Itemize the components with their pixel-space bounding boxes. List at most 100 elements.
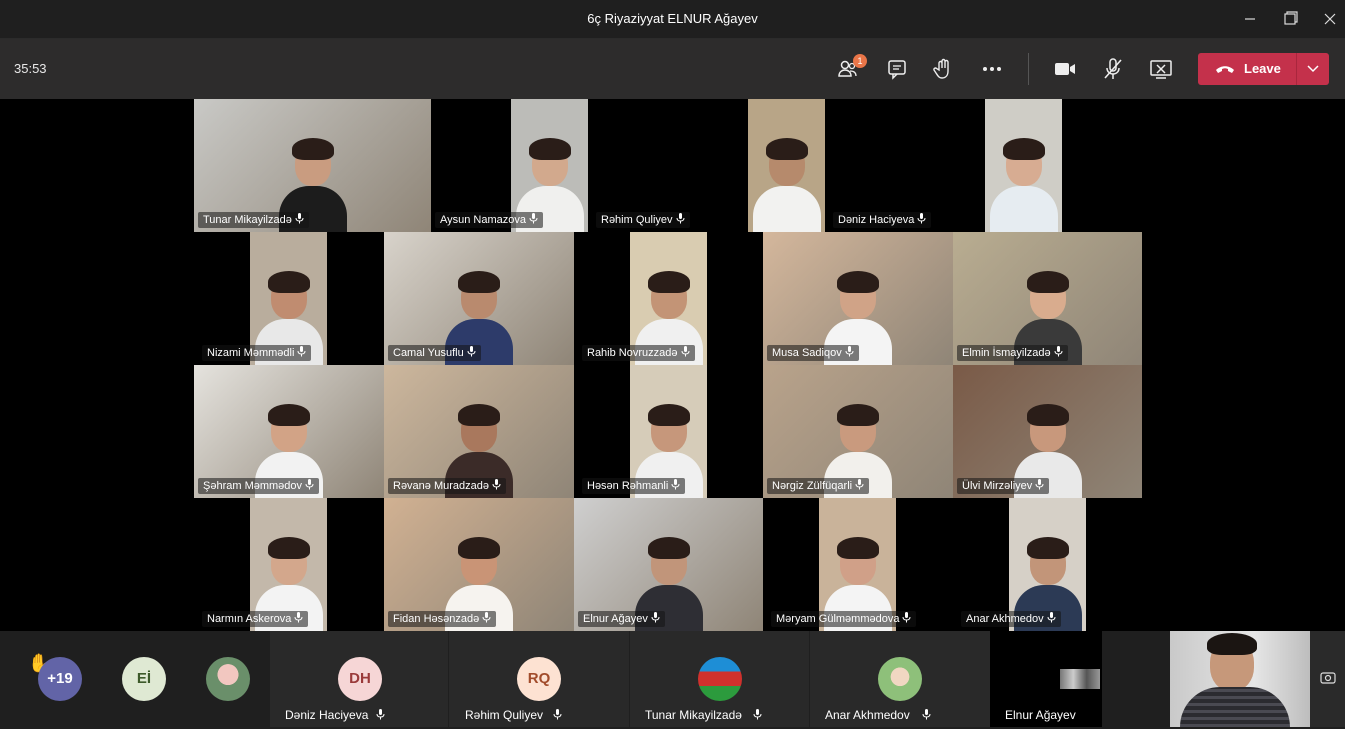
video-thumbnail xyxy=(1060,669,1100,689)
strip-participant[interactable]: DH Dəniz Haciyeva xyxy=(270,631,448,727)
participant-name: Rəhim Quliyev xyxy=(601,214,673,226)
leave-button[interactable]: Leave xyxy=(1198,53,1296,85)
participant-name: Elnur Ağayev xyxy=(1005,708,1076,722)
video-tile[interactable]: Ülvi Mirzəliyev xyxy=(953,365,1142,498)
participant-name: Camal Yusuflu xyxy=(393,347,464,359)
participant-name-label: Musa Sadiqov xyxy=(767,345,859,361)
video-tile[interactable]: Anar Akhmedov xyxy=(953,498,1142,631)
figure-hair xyxy=(647,271,690,293)
video-tile[interactable]: Narmın Askerova xyxy=(194,498,384,631)
leave-label: Leave xyxy=(1244,61,1281,76)
overflow-count: +19 xyxy=(38,657,82,701)
strip-participant[interactable] xyxy=(186,631,270,727)
participant-name: Nizami Məmmədli xyxy=(207,347,295,359)
video-feed xyxy=(748,99,825,232)
figure-hair xyxy=(267,271,310,293)
video-tile[interactable]: Elmin İsmayilzadə xyxy=(953,232,1142,365)
participant-name: Fidan Həsənzadə xyxy=(393,613,480,625)
video-tile[interactable]: Nərgiz Zülfüqarli xyxy=(763,365,953,498)
participant-name-label: Fidan Həsənzadə xyxy=(388,611,497,627)
video-tile[interactable]: Məryam Gülməmmədova xyxy=(763,498,953,631)
hand-icon[interactable] xyxy=(930,56,956,82)
chevron-down-icon xyxy=(1307,65,1319,73)
more-icon[interactable] xyxy=(979,56,1005,82)
participant-name: Anar Akhmedov xyxy=(825,708,910,722)
figure-hair xyxy=(458,271,500,293)
figure-hair xyxy=(647,404,690,426)
participant-name-label: Tunar Mikayilzadə xyxy=(198,212,309,228)
leave-options-button[interactable] xyxy=(1297,53,1329,85)
chat-icon[interactable] xyxy=(884,56,910,82)
participant-name-label: Anar Akhmedov xyxy=(961,611,1061,627)
video-tile[interactable]: Rahib Novruzzadə xyxy=(574,232,763,365)
figure-hair xyxy=(1026,271,1069,293)
video-tile[interactable]: Rəvanə Muradzadə xyxy=(384,365,574,498)
figure-hair xyxy=(458,404,500,426)
mic-icon xyxy=(845,346,854,357)
minimize-icon[interactable] xyxy=(1239,8,1261,30)
video-tile[interactable]: Nizami Məmmədli xyxy=(194,232,384,365)
camera-switch-icon xyxy=(1320,672,1336,684)
strip-participant[interactable]: RQ Rəhim Quliyev xyxy=(449,631,629,727)
video-tile[interactable]: Rəhim Quliyev xyxy=(588,99,825,232)
mic-icon xyxy=(855,479,864,490)
participant-name: Dəniz Haciyeva xyxy=(838,214,915,226)
video-tile[interactable]: Aysun Namazova xyxy=(431,99,588,232)
camera-icon[interactable] xyxy=(1052,56,1078,82)
figure-hair xyxy=(836,537,879,559)
participant-name-label: Nizami Məmmədli xyxy=(202,345,312,361)
mic-off-icon[interactable] xyxy=(1100,56,1126,82)
participant-strip: ✋ +19 Eİ DH Dəniz Haciyeva RQ Rəhim Quli… xyxy=(0,631,1345,729)
mic-icon xyxy=(671,479,680,490)
flag-avatar-icon xyxy=(698,657,742,701)
participant-name: Ülvi Mirzəliyev xyxy=(962,480,1033,492)
device-settings-button[interactable] xyxy=(1310,631,1345,727)
mic-icon xyxy=(482,612,491,623)
close-icon[interactable] xyxy=(1319,8,1341,30)
maximize-icon[interactable] xyxy=(1279,8,1301,30)
self-view-video[interactable] xyxy=(1170,631,1310,727)
strip-participant[interactable]: Tunar Mikayilzadə xyxy=(630,631,809,727)
participant-name: Həsən Rəhmanli xyxy=(587,480,669,492)
mic-icon xyxy=(676,213,685,224)
strip-participant[interactable]: Eİ xyxy=(100,631,186,727)
mic-icon xyxy=(305,479,314,490)
figure-hair xyxy=(291,138,334,160)
strip-participant[interactable]: Elnur Ağayev xyxy=(990,631,1102,727)
mic-icon xyxy=(902,612,911,623)
video-tile[interactable]: Fidan Həsənzadə xyxy=(384,498,574,631)
figure-hair xyxy=(647,537,690,559)
participant-name-label: Camal Yusuflu xyxy=(388,345,481,361)
video-tile[interactable]: Elnur Ağayev xyxy=(574,498,763,631)
window-title: 6ç Riyaziyyat ELNUR Ağayev xyxy=(587,11,758,26)
video-tile[interactable]: Dəniz Haciyeva xyxy=(825,99,1062,232)
avatar: RQ xyxy=(517,657,561,701)
title-bar: 6ç Riyaziyyat ELNUR Ağayev xyxy=(0,0,1345,39)
video-tile[interactable]: Camal Yusuflu xyxy=(384,232,574,365)
figure-hair xyxy=(837,271,879,293)
video-tile[interactable]: Həsən Rəhmanli xyxy=(574,365,763,498)
video-tile[interactable]: Şəhram Məmmədov xyxy=(194,365,384,498)
mic-icon xyxy=(1054,346,1063,357)
share-screen-icon[interactable] xyxy=(1148,56,1174,82)
figure-body xyxy=(752,186,821,232)
mic-icon xyxy=(917,213,926,224)
participant-name: Şəhram Məmmədov xyxy=(203,480,303,492)
overflow-item[interactable]: ✋ +19 xyxy=(0,631,100,727)
video-tile[interactable]: Tunar Mikayilzadə xyxy=(194,99,431,232)
mic-icon xyxy=(295,213,304,224)
participants-badge: 1 xyxy=(853,54,867,68)
participant-name: Narmın Askerova xyxy=(207,613,292,625)
mic-icon xyxy=(1047,612,1056,623)
participant-name: Məryam Gülməmmədova xyxy=(776,613,900,625)
participant-name-label: Rəhim Quliyev xyxy=(596,212,690,228)
video-tile[interactable]: Musa Sadiqov xyxy=(763,232,953,365)
participant-name-label: Nərgiz Zülfüqarli xyxy=(767,478,870,494)
mic-icon xyxy=(492,479,501,490)
participant-name: Rəhim Quliyev xyxy=(465,708,544,722)
participant-name-label: Elmin İsmayilzadə xyxy=(957,345,1068,361)
strip-participant[interactable]: Anar Akhmedov xyxy=(810,631,990,727)
video-feed xyxy=(985,99,1062,232)
participant-name: Musa Sadiqov xyxy=(772,347,842,359)
participant-name-label: Şəhram Məmmədov xyxy=(198,478,320,494)
